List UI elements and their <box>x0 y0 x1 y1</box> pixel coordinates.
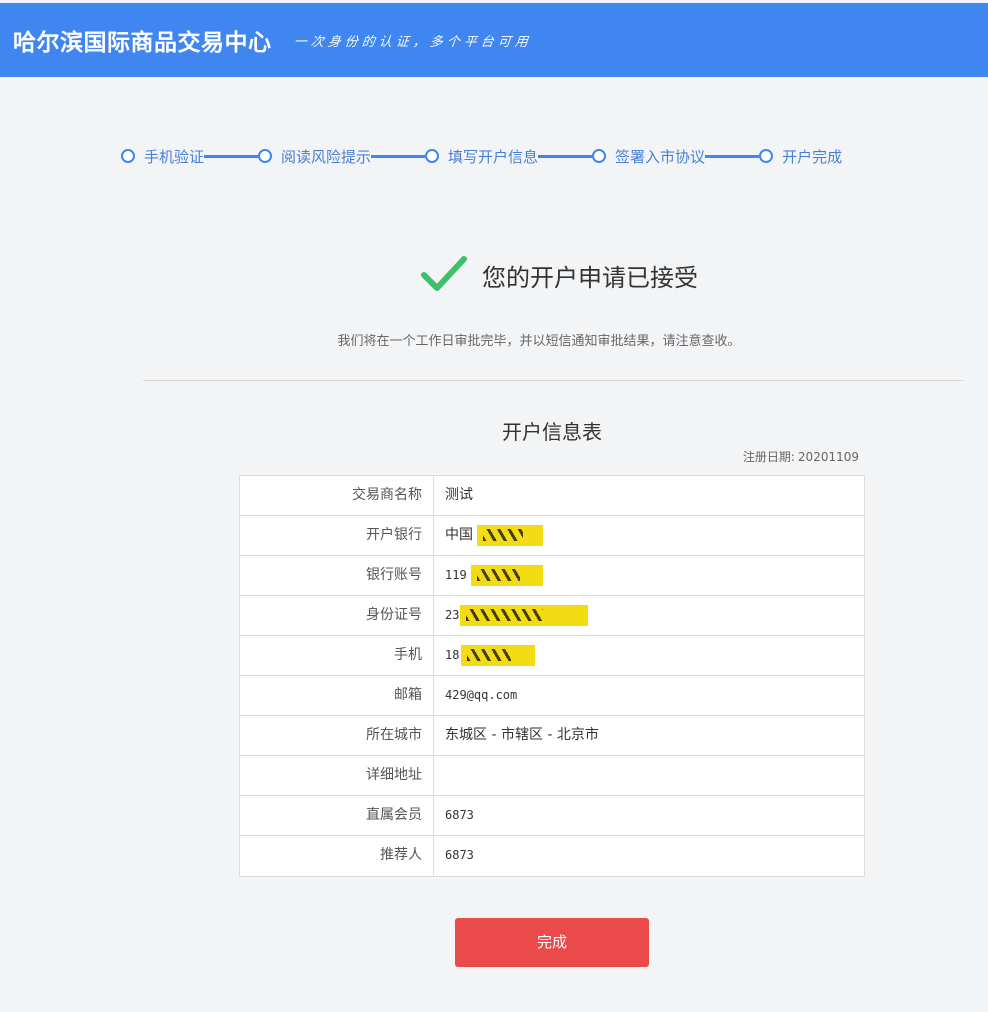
step-sign-agreement: 签署入市协议 <box>592 146 705 167</box>
step-label: 签署入市协议 <box>615 147 706 166</box>
row-value: 6873 <box>445 848 474 862</box>
brand-slogan: 一次身份的认证，多个平台可用 <box>292 34 533 50</box>
row-label: 推荐人 <box>240 836 434 876</box>
step-fill-info: 填写开户信息 <box>425 146 538 167</box>
step-phone-verify: 手机验证 <box>121 146 204 167</box>
step-label: 手机验证 <box>144 147 205 166</box>
row-value: 东城区 - 市辖区 - 北京市 <box>445 727 599 743</box>
success-banner: 您的开户申请已接受 <box>0 255 988 295</box>
registration-date-value: 20201109 <box>797 450 859 464</box>
success-title: 您的开户申请已接受 <box>482 263 698 292</box>
step-connector <box>538 154 593 158</box>
step-progress: 手机验证 阅读风险提示 填写开户信息 签署入市协议 开户完成 <box>121 143 981 169</box>
row-value: 429@qq.com <box>445 688 518 702</box>
row-value: 6873 <box>445 808 474 822</box>
redaction-mark <box>460 605 588 626</box>
row-value-container: 23 <box>434 596 864 635</box>
step-circle-icon <box>258 149 273 163</box>
table-row: 所在城市 东城区 - 市辖区 - 北京市 <box>240 716 864 756</box>
row-value <box>434 756 864 795</box>
step-connector <box>705 154 760 158</box>
row-value-container: 中国 <box>434 516 864 555</box>
redaction-mark <box>461 645 535 666</box>
table-row: 详细地址 <box>240 756 864 796</box>
row-label: 开户银行 <box>240 516 434 555</box>
table-row: 身份证号 23 <box>240 596 864 636</box>
row-label: 身份证号 <box>240 596 434 635</box>
table-row: 银行账号 119 <box>240 556 864 596</box>
row-label: 直属会员 <box>240 796 434 835</box>
section-divider <box>143 380 963 381</box>
row-value: 测试 <box>445 487 473 503</box>
checkmark-icon <box>421 256 467 291</box>
redaction-mark <box>477 525 543 546</box>
table-row: 交易商名称 测试 <box>240 476 864 516</box>
step-label: 填写开户信息 <box>448 147 539 166</box>
row-value: 18 <box>445 648 460 662</box>
step-complete: 开户完成 <box>759 146 842 167</box>
row-label: 所在城市 <box>240 716 434 755</box>
brand-title: 哈尔滨国际商品交易中心 <box>13 30 272 56</box>
account-info-table: 交易商名称 测试 开户银行 中国 银行账号 119 身份证号 23 手机 18 … <box>239 475 865 877</box>
step-connector <box>204 154 259 158</box>
registration-date: 注册日期: 20201109 <box>600 448 859 465</box>
table-row: 邮箱 429@qq.com <box>240 676 864 716</box>
table-row: 开户银行 中国 <box>240 516 864 556</box>
row-value: 中国 <box>445 527 473 543</box>
row-label: 邮箱 <box>240 676 434 715</box>
row-value: 119 <box>445 568 467 582</box>
table-row: 直属会员 6873 <box>240 796 864 836</box>
table-row: 手机 18 <box>240 636 864 676</box>
row-label: 银行账号 <box>240 556 434 595</box>
table-row: 推荐人 6873 <box>240 836 864 876</box>
redaction-mark <box>471 565 543 586</box>
row-label: 交易商名称 <box>240 476 434 515</box>
step-risk-notice: 阅读风险提示 <box>258 146 371 167</box>
approval-notice: 我们将在一个工作日审批完毕，并以短信通知审批结果，请注意查收。 <box>337 334 741 349</box>
row-value-container: 18 <box>434 636 864 675</box>
step-circle-icon <box>592 149 607 163</box>
step-circle-icon <box>425 149 440 163</box>
finish-button[interactable]: 完成 <box>455 918 649 967</box>
row-label: 手机 <box>240 636 434 675</box>
step-circle-icon <box>121 149 135 163</box>
row-value-container: 119 <box>434 556 864 595</box>
top-header: 哈尔滨国际商品交易中心 一次身份的认证，多个平台可用 <box>0 3 988 77</box>
row-label: 详细地址 <box>240 756 434 795</box>
row-value: 23 <box>445 608 460 622</box>
info-table-title: 开户信息表 <box>502 420 602 444</box>
step-label: 开户完成 <box>782 147 843 166</box>
registration-date-label: 注册日期: <box>742 450 795 464</box>
step-circle-icon <box>759 149 774 163</box>
step-label: 阅读风险提示 <box>281 147 372 166</box>
step-connector <box>371 154 426 158</box>
